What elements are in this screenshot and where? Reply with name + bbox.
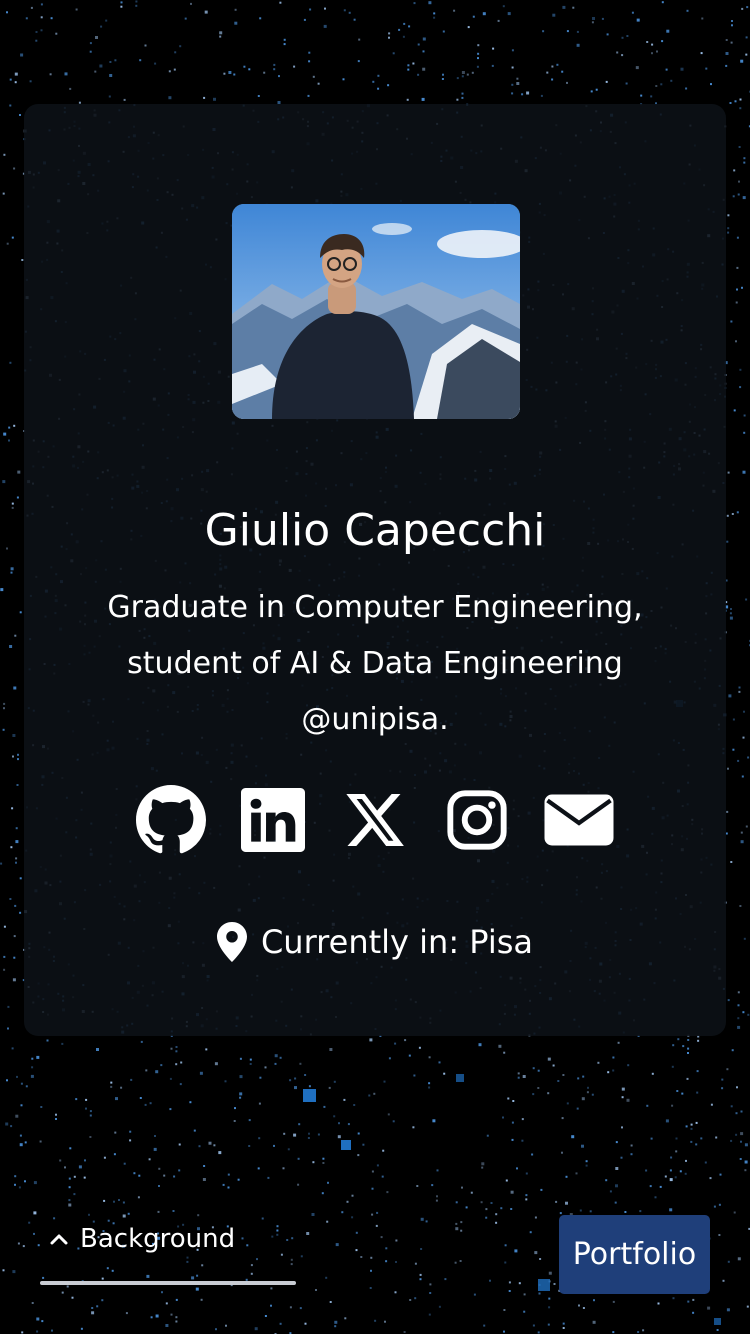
profile-bio: Graduate in Computer Engineering, studen… — [107, 590, 643, 737]
mail-link[interactable] — [543, 784, 615, 856]
instagram-icon — [447, 790, 507, 850]
x-twitter-icon — [346, 794, 404, 846]
github-icon — [136, 785, 206, 854]
github-link[interactable] — [135, 784, 207, 856]
screen: Giulio Capecchi Graduate in Computer Eng… — [0, 0, 750, 1334]
location-label: Currently in: Pisa — [260, 923, 534, 961]
profile-photo — [232, 204, 520, 419]
floating-square — [303, 1089, 316, 1102]
background-toggle[interactable]: Background — [40, 1218, 296, 1286]
profile-card: Giulio Capecchi Graduate in Computer Eng… — [24, 104, 726, 1036]
x-twitter-link[interactable] — [339, 784, 411, 856]
profile-name: Giulio Capecchi — [204, 505, 546, 556]
background-toggle-row: Background — [48, 1224, 235, 1254]
background-toggle-underline — [40, 1281, 296, 1285]
background-toggle-label: Background — [80, 1224, 236, 1254]
linkedin-link[interactable] — [237, 784, 309, 856]
floating-square — [341, 1140, 351, 1150]
chevron-up-icon — [50, 1234, 68, 1245]
floating-square — [456, 1074, 464, 1082]
floating-square — [714, 1318, 721, 1325]
instagram-link[interactable] — [441, 784, 513, 856]
map-pin-icon — [216, 922, 247, 962]
social-links — [24, 780, 726, 860]
linkedin-icon — [241, 788, 305, 852]
floating-square — [538, 1279, 550, 1291]
mail-icon — [544, 794, 614, 846]
location-line: Currently in: Pisa — [24, 922, 726, 962]
portfolio-button[interactable]: Portfolio — [559, 1215, 710, 1294]
profile-photo-image — [232, 204, 520, 419]
